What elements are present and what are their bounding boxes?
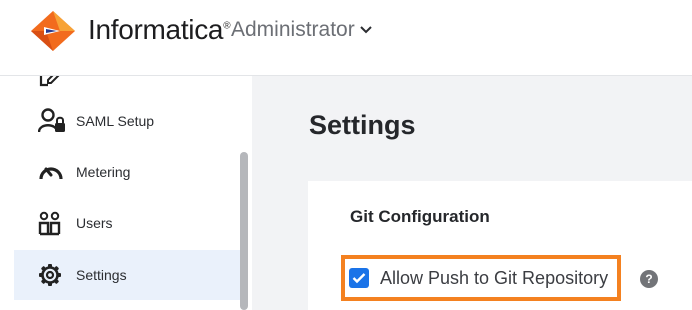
sidebar-item-label: Metering — [76, 164, 131, 180]
section-title: Git Configuration — [350, 207, 490, 226]
sidebar-item-metering[interactable]: Metering — [14, 147, 240, 197]
brand-name: Informatica® — [88, 14, 231, 45]
sidebar-scrollbar[interactable] — [240, 152, 248, 310]
informatica-logo-icon — [31, 11, 75, 51]
sidebar: SAML Setup Metering Users Settings — [0, 76, 252, 310]
allow-push-checkbox[interactable] — [349, 268, 369, 288]
users-icon — [38, 207, 74, 239]
user-lock-icon — [38, 105, 74, 137]
chevron-down-icon — [359, 26, 372, 34]
help-icon[interactable]: ? — [640, 270, 658, 288]
app-name: Administrator — [231, 18, 355, 41]
sidebar-item-label: SAML Setup — [76, 113, 155, 129]
edit-icon — [38, 76, 74, 93]
sidebar-item-label: Users — [76, 215, 113, 231]
gear-icon — [38, 259, 74, 291]
page-title: Settings — [309, 110, 416, 140]
sidebar-item-saml-setup[interactable]: SAML Setup — [14, 96, 240, 146]
top-bar: Informatica® Administrator — [0, 0, 692, 76]
git-configuration-card: Git Configuration Allow Push to Git Repo… — [308, 181, 692, 310]
gauge-icon — [38, 156, 74, 188]
sidebar-item-settings[interactable]: Settings — [14, 250, 240, 300]
sidebar-item-users[interactable]: Users — [14, 198, 240, 248]
checkmark-icon — [352, 273, 366, 284]
allow-push-label[interactable]: Allow Push to Git Repository — [380, 268, 608, 289]
sidebar-item-label: Settings — [76, 267, 127, 283]
app-switcher[interactable]: Administrator — [231, 18, 372, 42]
registered-mark: ® — [223, 20, 231, 32]
main-content: Settings Git Configuration Allow Push to… — [252, 76, 692, 310]
